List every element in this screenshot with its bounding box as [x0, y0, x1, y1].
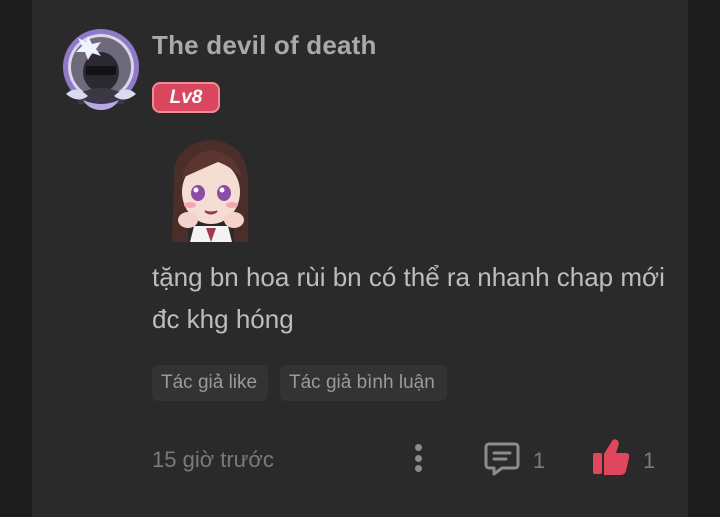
more-vertical-icon[interactable]	[405, 440, 431, 476]
anime-girl-sticker	[160, 132, 262, 242]
username[interactable]: The devil of death	[152, 30, 377, 61]
tag-author-liked: Tác giả like	[152, 365, 268, 401]
like-count: 1	[643, 448, 656, 473]
avatar[interactable]	[58, 24, 144, 110]
level-badge: Lv8	[152, 82, 220, 113]
comment-icon[interactable]	[482, 438, 522, 478]
comment-timestamp: 15 giờ trước	[152, 447, 274, 472]
thumbs-up-icon[interactable]	[590, 436, 632, 478]
comment-text: tặng bn hoa rùi bn có thể ra nhanh chap …	[152, 262, 665, 334]
tag-author-replied: Tác giả bình luận	[280, 365, 447, 401]
reply-count: 1	[533, 448, 546, 473]
